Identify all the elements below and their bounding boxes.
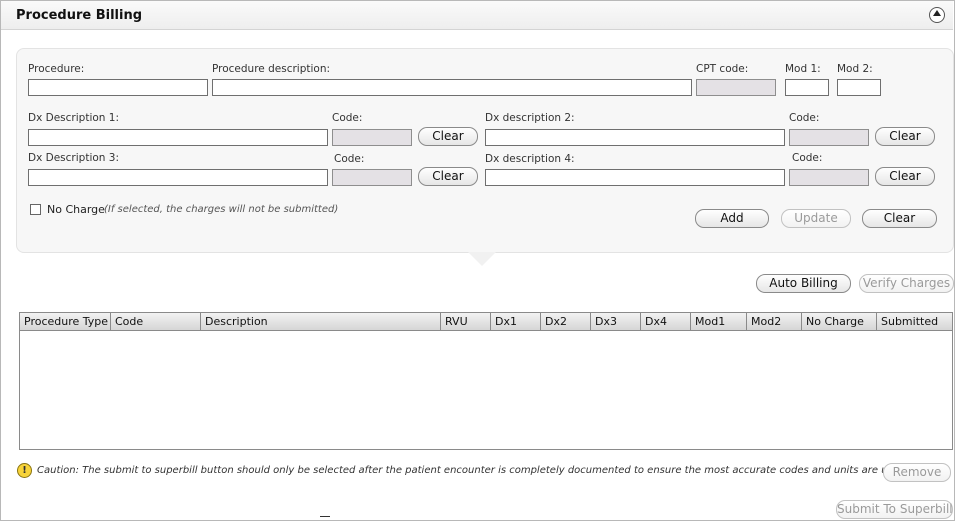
form-pointer-arrow	[468, 252, 496, 266]
caution-message: Caution: The submit to superbill button …	[37, 465, 931, 476]
no-charge-label: No Charge	[47, 203, 105, 216]
dx1-label: Dx Description 1:	[28, 112, 119, 124]
update-button[interactable]: Update	[781, 209, 851, 228]
dx1-input[interactable]	[28, 129, 328, 146]
procedure-label: Procedure:	[28, 63, 85, 75]
column-header-mod2[interactable]: Mod2	[747, 313, 802, 330]
mod1-label: Mod 1:	[785, 63, 821, 75]
dx3-clear-button[interactable]: Clear	[418, 167, 478, 186]
column-header-procedure-type[interactable]: Procedure Type	[20, 313, 111, 330]
dx4-input[interactable]	[485, 169, 785, 186]
dx3-code-label: Code:	[334, 153, 365, 165]
dx2-input[interactable]	[485, 129, 785, 146]
procedure-description-input[interactable]	[212, 79, 692, 96]
verify-charges-button[interactable]: Verify Charges	[859, 274, 954, 293]
mod1-input[interactable]	[785, 79, 829, 96]
column-header-dx3[interactable]: Dx3	[591, 313, 641, 330]
charges-table-header: Procedure Type Code Description RVU Dx1 …	[20, 313, 952, 331]
remove-button[interactable]: Remove	[883, 463, 951, 482]
submit-to-superbill-button[interactable]: Submit To Superbill	[836, 500, 953, 519]
dx1-code-field	[332, 129, 412, 146]
column-header-description[interactable]: Description	[201, 313, 441, 330]
column-header-dx1[interactable]: Dx1	[491, 313, 541, 330]
procedure-input[interactable]	[28, 79, 208, 96]
dx2-label: Dx description 2:	[485, 112, 575, 124]
mod2-input[interactable]	[837, 79, 881, 96]
dx3-label: Dx Description 3:	[28, 152, 119, 164]
collapse-icon[interactable]	[929, 7, 945, 23]
warning-icon: !	[17, 463, 32, 478]
mod2-label: Mod 2:	[837, 63, 873, 75]
column-header-rvu[interactable]: RVU	[441, 313, 491, 330]
dx2-clear-button[interactable]: Clear	[875, 127, 935, 146]
dx4-code-field	[789, 169, 869, 186]
column-header-dx4[interactable]: Dx4	[641, 313, 691, 330]
dx1-clear-button[interactable]: Clear	[418, 127, 478, 146]
auto-billing-button[interactable]: Auto Billing	[756, 274, 851, 293]
column-header-mod1[interactable]: Mod1	[691, 313, 747, 330]
no-charge-hint: (If selected, the charges will not be su…	[104, 204, 339, 215]
column-header-submitted[interactable]: Submitted	[877, 313, 952, 330]
dx4-code-label: Code:	[792, 152, 823, 164]
panel-title: Procedure Billing	[16, 8, 143, 23]
column-header-no-charge[interactable]: No Charge	[802, 313, 877, 330]
charges-table: Procedure Type Code Description RVU Dx1 …	[19, 312, 953, 450]
procedure-description-label: Procedure description:	[212, 63, 331, 75]
dx4-clear-button[interactable]: Clear	[875, 167, 935, 186]
cpt-code-field	[696, 79, 776, 96]
dx3-code-field	[332, 169, 412, 186]
column-header-dx2[interactable]: Dx2	[541, 313, 591, 330]
dx2-code-field	[789, 129, 869, 146]
dx4-label: Dx description 4:	[485, 153, 575, 165]
dx3-input[interactable]	[28, 169, 328, 186]
dx1-code-label: Code:	[332, 112, 363, 124]
panel-header: Procedure Billing	[1, 1, 953, 30]
add-button[interactable]: Add	[695, 209, 769, 228]
mouse-cursor	[320, 516, 330, 520]
dx2-code-label: Code:	[789, 112, 820, 124]
cpt-code-label: CPT code:	[696, 63, 749, 75]
no-charge-checkbox[interactable]	[30, 204, 41, 215]
form-clear-button[interactable]: Clear	[862, 209, 937, 228]
column-header-code[interactable]: Code	[111, 313, 201, 330]
